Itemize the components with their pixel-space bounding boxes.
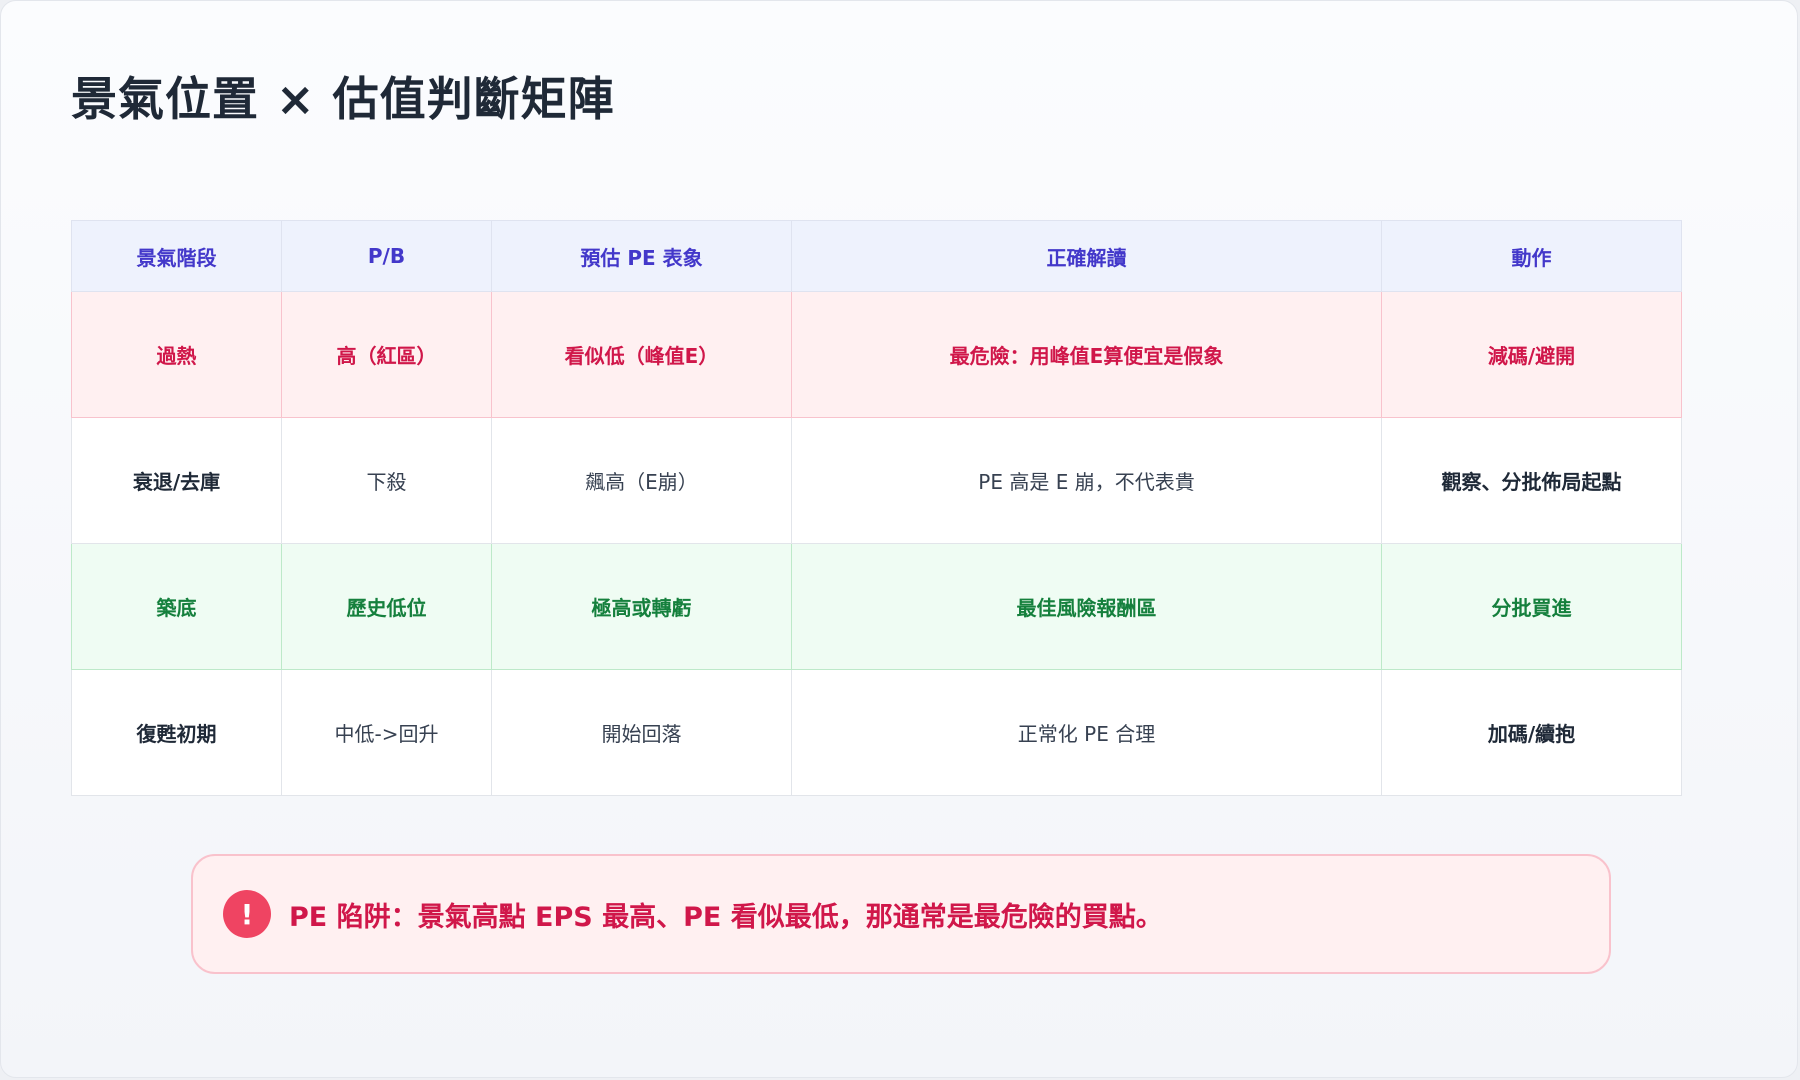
table-row-overheat: 過熱 高（紅區） 看似低（峰值E） 最危險：用峰值E算便宜是假象 減碼/避開 bbox=[71, 291, 1682, 418]
cell-stage: 築底 bbox=[71, 543, 282, 670]
cell-forward-pe: 極高或轉虧 bbox=[491, 543, 792, 670]
exclamation-icon: ! bbox=[223, 890, 271, 938]
cell-action: 加碼/續抱 bbox=[1381, 669, 1682, 796]
cell-interpretation: PE 高是 E 崩，不代表貴 bbox=[791, 417, 1382, 544]
table-row-recession: 衰退/去庫 下殺 飆高（E崩） PE 高是 E 崩，不代表貴 觀察、分批佈局起點 bbox=[71, 417, 1682, 544]
cell-pb: 中低->回升 bbox=[281, 669, 492, 796]
cell-interpretation: 最佳風險報酬區 bbox=[791, 543, 1382, 670]
table-row-early-recovery: 復甦初期 中低->回升 開始回落 正常化 PE 合理 加碼/續抱 bbox=[71, 669, 1682, 796]
header-row: 景氣階段 P/B 預估 PE 表象 正確解讀 動作 bbox=[71, 220, 1682, 292]
slide: 景氣位置 × 估值判斷矩陣 景氣階段 P/B 預估 PE 表象 正確解讀 動作 … bbox=[0, 0, 1798, 1078]
cycle-valuation-matrix: 景氣階段 P/B 預估 PE 表象 正確解讀 動作 過熱 高（紅區） 看似低（峰… bbox=[71, 220, 1682, 796]
cell-action: 分批買進 bbox=[1381, 543, 1682, 670]
cell-stage: 復甦初期 bbox=[71, 669, 282, 796]
cell-action: 減碼/避開 bbox=[1381, 291, 1682, 418]
cell-stage: 衰退/去庫 bbox=[71, 417, 282, 544]
cell-action: 觀察、分批佈局起點 bbox=[1381, 417, 1682, 544]
cell-forward-pe: 開始回落 bbox=[491, 669, 792, 796]
header-interpretation: 正確解讀 bbox=[791, 220, 1382, 292]
header-action: 動作 bbox=[1381, 220, 1682, 292]
cell-forward-pe: 看似低（峰值E） bbox=[491, 291, 792, 418]
cell-pb: 高（紅區） bbox=[281, 291, 492, 418]
header-forward-pe: 預估 PE 表象 bbox=[491, 220, 792, 292]
header-cycle-stage: 景氣階段 bbox=[71, 220, 282, 292]
cell-interpretation: 最危險：用峰值E算便宜是假象 bbox=[791, 291, 1382, 418]
pe-trap-warning-callout: ! PE 陷阱：景氣高點 EPS 最高、PE 看似最低，那通常是最危險的買點。 bbox=[191, 854, 1611, 974]
cell-pb: 歷史低位 bbox=[281, 543, 492, 670]
cell-forward-pe: 飆高（E崩） bbox=[491, 417, 792, 544]
cell-stage: 過熱 bbox=[71, 291, 282, 418]
table-row-bottoming: 築底 歷史低位 極高或轉虧 最佳風險報酬區 分批買進 bbox=[71, 543, 1682, 670]
warning-text: PE 陷阱：景氣高點 EPS 最高、PE 看似最低，那通常是最危險的買點。 bbox=[289, 901, 1163, 933]
cell-interpretation: 正常化 PE 合理 bbox=[791, 669, 1382, 796]
page-title: 景氣位置 × 估值判斷矩陣 bbox=[71, 72, 615, 126]
cell-pb: 下殺 bbox=[281, 417, 492, 544]
header-pb: P/B bbox=[281, 220, 492, 292]
